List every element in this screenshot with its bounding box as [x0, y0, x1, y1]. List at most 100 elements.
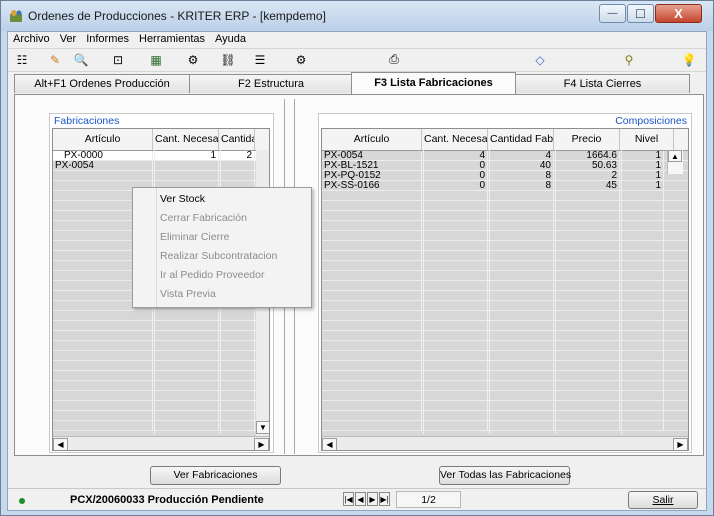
menu-archivo[interactable]: Archivo: [8, 32, 55, 47]
title-bar[interactable]: Ordenes de Producciones - KRITER ERP - […: [1, 1, 713, 31]
empty-cell: [488, 251, 554, 260]
pencil-icon[interactable]: ✎: [46, 51, 64, 68]
chart-icon[interactable]: ▦: [147, 51, 165, 68]
paperclip-icon[interactable]: ⚲: [620, 51, 638, 68]
horizontal-scrollbar[interactable]: ◀ ▶: [53, 436, 269, 450]
empty-cell: [422, 291, 488, 300]
scroll-right-icon[interactable]: ▶: [673, 437, 688, 450]
empty-cell: [422, 281, 488, 290]
col-cantidad[interactable]: Cantidad: [219, 129, 255, 150]
scroll-left-icon[interactable]: ◀: [322, 437, 337, 450]
col-cant-necesaria[interactable]: Cant. Necesaria: [422, 129, 488, 150]
next-record-icon[interactable]: ▶: [367, 492, 378, 506]
table-row[interactable]: PX-0054: [53, 161, 269, 171]
empty-cell: [422, 361, 488, 370]
table-row[interactable]: PX-PQ-0152 0 8 2 1: [322, 171, 688, 181]
zoom-icon[interactable]: ⊡: [109, 51, 127, 68]
order-status: PCX/20060033 Producción Pendiente: [70, 494, 264, 506]
table-row[interactable]: PX-0054 4 4 1664.6 1: [322, 151, 688, 161]
menu-item-vista-previa[interactable]: Vista Previa: [133, 285, 311, 304]
col-cantidad-fabricada[interactable]: Cantidad Fabricac: [488, 129, 554, 150]
cell-nivel: 1: [620, 151, 664, 160]
col-precio[interactable]: Precio: [554, 129, 620, 150]
ver-fabricaciones-button[interactable]: Ver Fabricaciones: [150, 466, 281, 485]
empty-row: [53, 341, 269, 351]
fabricaciones-title: Fabricaciones: [54, 115, 120, 127]
link-icon[interactable]: ⛓: [219, 51, 237, 68]
col-cant-necesaria[interactable]: Cant. Necesaria: [153, 129, 219, 150]
empty-cell: [422, 301, 488, 310]
menu-ver[interactable]: Ver: [55, 32, 82, 47]
menu-item-ver-stock[interactable]: Ver Stock: [133, 190, 311, 209]
empty-cell: [488, 211, 554, 220]
menu-bar: Archivo Ver Informes Herramientas Ayuda: [8, 32, 706, 47]
cell-nivel: 1: [620, 171, 664, 180]
empty-row: [53, 381, 269, 391]
app-window: Ordenes de Producciones - KRITER ERP - […: [0, 0, 714, 516]
cell-cantidad-fabricada: 40: [488, 161, 554, 170]
empty-cell: [153, 331, 219, 340]
table-row[interactable]: PX-0000 1 2: [53, 151, 269, 161]
tree-icon[interactable]: ☷: [13, 51, 31, 68]
settings-icon[interactable]: ⚙: [292, 51, 310, 68]
exit-button[interactable]: Salir: [628, 491, 698, 509]
vertical-scrollbar[interactable]: ▲: [667, 150, 683, 174]
empty-cell: [53, 331, 153, 340]
empty-cell: [219, 341, 255, 350]
tab-estructura[interactable]: F2 Estructura: [189, 74, 353, 93]
ver-todas-fabricaciones-button[interactable]: Ver Todas las Fabricaciones: [439, 466, 571, 485]
empty-cell: [620, 261, 664, 270]
tab-lista-cierres[interactable]: F4 Lista Cierres: [515, 74, 690, 93]
preview-icon[interactable]: 🔍: [72, 51, 90, 68]
menu-ayuda[interactable]: Ayuda: [210, 32, 251, 47]
menu-item-realizar-subcontratacion[interactable]: Realizar Subcontratacion: [133, 247, 311, 266]
empty-cell: [554, 281, 620, 290]
scroll-left-icon[interactable]: ◀: [53, 437, 68, 450]
minimize-button[interactable]: —: [599, 4, 626, 23]
cell-cantidad-fabricada: 4: [488, 151, 554, 160]
lightbulb-icon[interactable]: 💡: [680, 51, 698, 68]
cell-cantidad-fabricada: 8: [488, 181, 554, 190]
empty-cell: [422, 221, 488, 230]
empty-row: [322, 291, 688, 301]
empty-cell: [219, 361, 255, 370]
list-check-icon[interactable]: ☰: [251, 51, 269, 68]
prev-record-icon[interactable]: ◀: [355, 492, 366, 506]
tab-lista-fabricaciones[interactable]: F3 Lista Fabricaciones: [351, 72, 516, 94]
col-articulo[interactable]: Artículo: [322, 129, 422, 150]
scroll-down-icon[interactable]: ▼: [256, 421, 269, 434]
col-articulo[interactable]: Artículo: [53, 129, 153, 150]
tab-ordenes-produccion[interactable]: Alt+F1 Ordenes Producción: [14, 74, 190, 93]
last-record-icon[interactable]: ▶|: [379, 492, 390, 506]
eraser-icon[interactable]: ◇: [531, 51, 549, 68]
gear-icon[interactable]: ⚙: [184, 51, 202, 68]
empty-cell: [322, 261, 422, 270]
maximize-button[interactable]: ☐: [627, 4, 654, 23]
menu-informes[interactable]: Informes: [81, 32, 134, 47]
empty-row: [53, 351, 269, 361]
menu-item-eliminar-cierre[interactable]: Eliminar Cierre: [133, 228, 311, 247]
close-button[interactable]: X: [655, 4, 702, 23]
empty-cell: [554, 391, 620, 400]
empty-cell: [488, 261, 554, 270]
horizontal-scrollbar[interactable]: ◀ ▶: [322, 436, 688, 450]
printer-icon[interactable]: ⎙: [385, 51, 403, 68]
table-row[interactable]: PX-BL-1521 0 40 50.63 1: [322, 161, 688, 171]
first-record-icon[interactable]: |◀: [343, 492, 354, 506]
empty-cell: [322, 291, 422, 300]
composiciones-grid[interactable]: Artículo Cant. Necesaria Cantidad Fabric…: [321, 128, 689, 451]
empty-cell: [322, 191, 422, 200]
empty-cell: [554, 261, 620, 270]
cell-articulo: PX-BL-1521: [322, 161, 422, 170]
scroll-right-icon[interactable]: ▶: [254, 437, 269, 450]
menu-herramientas[interactable]: Herramientas: [134, 32, 210, 47]
menu-item-cerrar-fabricacion[interactable]: Cerrar Fabricación: [133, 209, 311, 228]
empty-cell: [620, 281, 664, 290]
empty-cell: [488, 321, 554, 330]
cell-nivel: 1: [620, 161, 664, 170]
table-row[interactable]: PX-SS-0166 0 8 45 1: [322, 181, 688, 191]
menu-item-ir-pedido-proveedor[interactable]: Ir al Pedido Proveedor: [133, 266, 311, 285]
empty-cell: [620, 361, 664, 370]
scroll-up-icon[interactable]: ▲: [668, 150, 682, 162]
col-nivel[interactable]: Nivel: [620, 129, 674, 150]
